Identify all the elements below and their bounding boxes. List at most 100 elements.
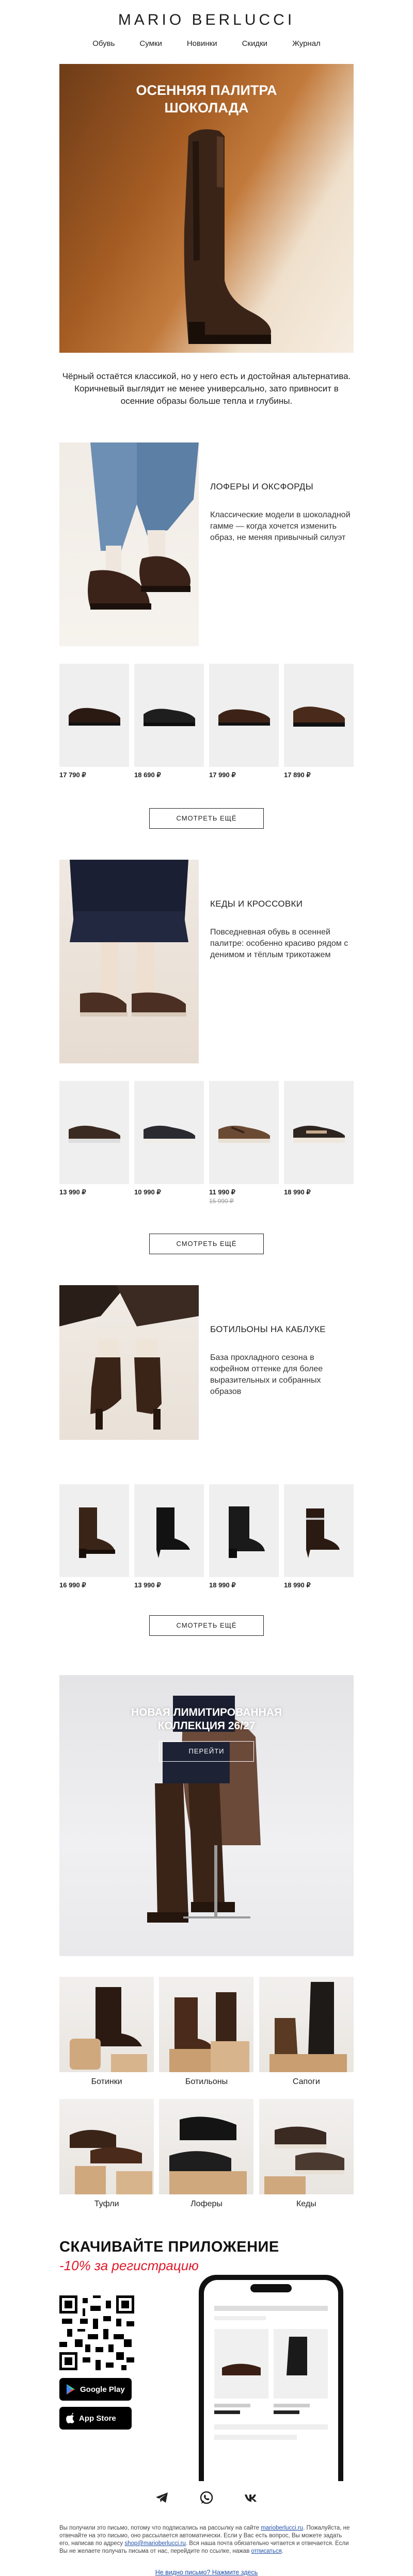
category-image[interactable] (59, 2099, 154, 2194)
support-email-link[interactable]: shop@marioberlucci.ru (124, 2540, 185, 2547)
product-image[interactable] (209, 664, 279, 767)
site-link[interactable]: marioberlucci.ru (261, 2525, 303, 2531)
product-card[interactable]: 17 890 ₽ (284, 664, 354, 779)
ankle-boots-lifestyle-image[interactable] (59, 1285, 199, 1440)
product-row: 17 790 ₽ 18 690 ₽ 17 990 ₽ 17 890 ₽ (59, 664, 354, 779)
product-card[interactable]: 18 990 ₽ (284, 1081, 354, 1205)
google-play-label: Google Play (80, 2385, 125, 2394)
hero-title-line2: ШОКОЛАДА (164, 100, 249, 116)
nav-item-new[interactable]: Новинки (187, 39, 217, 64)
product-price: 17 790 ₽ (59, 771, 86, 779)
product-image[interactable] (209, 1484, 279, 1577)
legal-notice: Вы получили это письмо, потому что подпи… (59, 2525, 350, 2554)
app-title: СКАЧИВАЙТЕ ПРИЛОЖЕНИЕ (59, 2239, 279, 2255)
category-sneakers[interactable]: Кеды (259, 2099, 354, 2210)
product-price: 18 990 ₽ (284, 1581, 311, 1589)
brand-logo[interactable]: MARIO BERLUCCI (0, 0, 413, 36)
product-image[interactable] (284, 1484, 354, 1577)
unsubscribe-link[interactable]: отписаться (251, 2548, 282, 2554)
tall-boot-image (184, 129, 271, 344)
app-download-block: СКАЧИВАЙТЕ ПРИЛОЖЕНИЕ -10% за регистраци… (59, 2239, 354, 2481)
see-more-button[interactable]: СМОТРЕТЬ ЕЩЁ (149, 1615, 264, 1636)
telegram-icon[interactable] (155, 2490, 169, 2505)
top-nav: Обувь Сумки Новинки Скидки Журнал (0, 36, 413, 64)
category-image[interactable] (159, 2099, 254, 2194)
collection-promo-banner[interactable]: НОВАЯ ЛИМИТИРОВАННАЯ КОЛЛЕКЦИЯ 26/27 ПЕР… (59, 1675, 354, 1956)
go-to-collection-button[interactable]: ПЕРЕЙТИ (159, 1741, 254, 1762)
see-more-button[interactable]: СМОТРЕТЬ ЕЩЁ (149, 1234, 264, 1254)
google-play-button[interactable]: Google Play (59, 2378, 132, 2401)
section-ankle-boots: БОТИЛЬОНЫ НА КАБЛУКЕ База прохладного се… (59, 1285, 354, 1667)
product-price: 18 990 ₽ (209, 1581, 236, 1589)
category-loafers[interactable]: Лоферы (159, 2099, 254, 2210)
section-title: КЕДЫ И КРОССОВКИ (210, 899, 303, 909)
loafers-lifestyle-image[interactable] (59, 442, 199, 646)
product-image[interactable] (209, 1081, 279, 1184)
product-card[interactable]: 17 990 ₽ (209, 664, 279, 779)
product-card[interactable]: 17 790 ₽ (59, 664, 129, 779)
product-price: 17 990 ₽ (209, 771, 236, 779)
product-row: 13 990 ₽ 10 990 ₽ 11 990 ₽ 15 990 ₽ 18 9… (59, 1081, 354, 1205)
product-card[interactable]: 13 990 ₽ (134, 1484, 204, 1589)
product-image[interactable] (134, 664, 204, 767)
product-price: 18 690 ₽ (134, 771, 161, 779)
product-row: 16 990 ₽ 13 990 ₽ 18 990 ₽ 18 990 ₽ (59, 1484, 354, 1589)
nav-item-bags[interactable]: Сумки (139, 39, 162, 64)
product-image[interactable] (59, 1081, 129, 1184)
product-price: 17 890 ₽ (284, 771, 311, 779)
product-price: 11 990 ₽ (209, 1188, 235, 1196)
qr-code-icon[interactable] (59, 2295, 134, 2370)
product-image[interactable] (284, 664, 354, 767)
section-title: ЛОФЕРЫ И ОКСФОРДЫ (210, 482, 313, 491)
product-card[interactable]: 13 990 ₽ (59, 1081, 129, 1205)
product-price: 18 990 ₽ (284, 1188, 311, 1196)
product-image[interactable] (284, 1081, 354, 1184)
promo-title-line1: НОВАЯ ЛИМИТИРОВАННАЯ (131, 1707, 282, 1718)
product-image[interactable] (59, 664, 129, 767)
product-card[interactable]: 11 990 ₽ 15 990 ₽ (209, 1081, 279, 1205)
apple-icon (66, 2413, 74, 2423)
product-price: 10 990 ₽ (134, 1188, 161, 1196)
see-more-button[interactable]: СМОТРЕТЬ ЕЩЁ (149, 808, 264, 829)
product-image[interactable] (59, 1484, 129, 1577)
category-label: Сапоги (292, 2077, 320, 2086)
product-price: 13 990 ₽ (59, 1188, 86, 1196)
category-tall-boots[interactable]: Сапоги (259, 1977, 354, 2088)
view-in-browser-link[interactable]: Не видно письмо? Нажмите здесь (155, 2569, 258, 2576)
hero-banner[interactable]: ОСЕННЯЯ ПАЛИТРА ШОКОЛАДА (59, 64, 354, 353)
category-image[interactable] (259, 1977, 354, 2072)
whatsapp-icon[interactable] (199, 2490, 214, 2505)
nav-item-journal[interactable]: Журнал (292, 39, 321, 64)
category-image[interactable] (159, 1977, 254, 2072)
product-old-price: 15 990 ₽ (209, 1197, 234, 1205)
category-label: Лоферы (190, 2200, 223, 2208)
product-image[interactable] (134, 1081, 204, 1184)
product-price: 16 990 ₽ (59, 1581, 86, 1589)
hero-description: Чёрный остаётся классикой, но у него ест… (62, 371, 351, 406)
nav-item-sale[interactable]: Скидки (242, 39, 267, 64)
app-store-label: App Store (79, 2414, 116, 2423)
category-pumps[interactable]: Туфли (59, 2099, 154, 2210)
nav-item-shoes[interactable]: Обувь (92, 39, 115, 64)
section-sneakers: КЕДЫ И КРОССОВКИ Повседневная обувь в ос… (59, 860, 354, 1285)
google-play-icon (67, 2384, 75, 2394)
product-image[interactable] (134, 1484, 204, 1577)
product-card[interactable]: 16 990 ₽ (59, 1484, 129, 1589)
product-card[interactable]: 18 990 ₽ (209, 1484, 279, 1589)
category-label: Туфли (94, 2200, 119, 2208)
vk-icon[interactable] (244, 2490, 258, 2505)
category-image[interactable] (259, 2099, 354, 2194)
product-card[interactable]: 18 690 ₽ (134, 664, 204, 779)
product-card[interactable]: 10 990 ₽ (134, 1081, 204, 1205)
social-links (0, 2490, 413, 2513)
category-label: Ботинки (91, 2077, 122, 2086)
sneakers-lifestyle-image[interactable] (59, 860, 199, 1063)
category-boots[interactable]: Ботинки (59, 1977, 154, 2088)
app-store-button[interactable]: App Store (59, 2407, 132, 2430)
promo-title-line2: КОЛЛЕКЦИЯ 26/27 (157, 1720, 256, 1732)
category-ankle-boots[interactable]: Ботильоны (159, 1977, 254, 2088)
category-image[interactable] (59, 1977, 154, 2072)
product-card[interactable]: 18 990 ₽ (284, 1484, 354, 1589)
hero-title-line1: ОСЕННЯЯ ПАЛИТРА (136, 83, 277, 98)
product-price: 13 990 ₽ (134, 1581, 161, 1589)
